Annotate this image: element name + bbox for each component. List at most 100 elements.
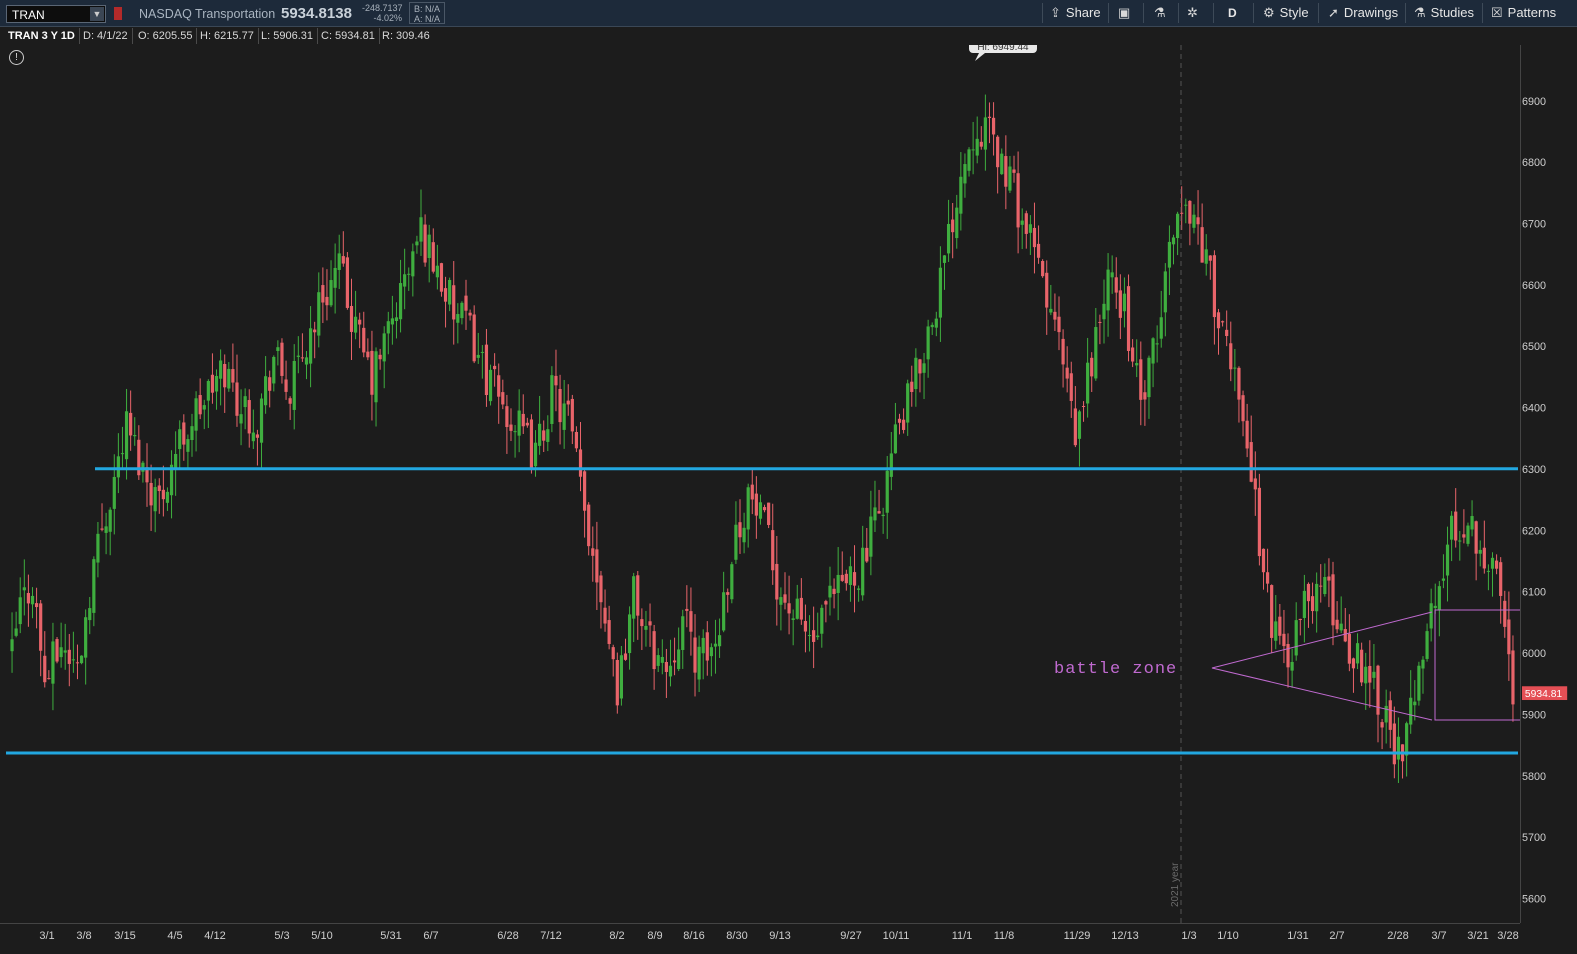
candle <box>345 252 349 310</box>
candle <box>366 338 370 361</box>
price-axis[interactable]: 5600 5700 5800 5900 6000 6100 6200 6300 6400 6500… <box>1520 45 1577 923</box>
bid-ask-box: B: N/A A: N/A <box>409 2 445 24</box>
flask-button[interactable]: ⚗ <box>1154 0 1171 26</box>
bar-close: C: 5934.81 <box>317 28 380 44</box>
candle <box>1282 609 1286 664</box>
candle <box>656 648 660 673</box>
candle <box>1388 691 1392 749</box>
date-tick-label: 1/31 <box>1287 930 1308 942</box>
candle <box>1135 339 1139 378</box>
studies-button[interactable]: ⚗ Studies <box>1414 0 1474 26</box>
candle <box>1073 386 1077 448</box>
candle <box>337 234 341 290</box>
candle <box>754 476 758 539</box>
candle <box>276 340 280 366</box>
aggregation-button[interactable]: D <box>1228 0 1237 26</box>
candle <box>713 619 718 674</box>
candle <box>1045 260 1049 335</box>
price-chart[interactable]: 2021 year battle zone Hi: 6949.44 <box>0 45 1520 923</box>
candle <box>1032 202 1037 274</box>
symbol-input[interactable]: TRAN ▼ <box>6 5 106 23</box>
candle <box>1441 554 1446 589</box>
candle <box>1384 689 1388 744</box>
patterns-button[interactable]: ☒ Patterns <box>1491 0 1556 26</box>
candle <box>607 605 611 650</box>
drawings-button[interactable]: ➚ Drawings <box>1328 0 1398 26</box>
candle <box>1208 255 1212 280</box>
candle <box>779 587 783 631</box>
candle <box>1220 320 1225 327</box>
chevron-down-icon[interactable]: ▼ <box>90 7 104 21</box>
candle <box>239 389 243 446</box>
price-tick-label: 5900 <box>1522 709 1546 721</box>
screenshot-button[interactable]: ▣ <box>1118 0 1135 26</box>
change-pct: -4.02% <box>373 13 402 23</box>
date-tick-label: 3/21 <box>1467 930 1488 942</box>
candle <box>1225 310 1229 347</box>
candle <box>1294 602 1298 661</box>
symbol-period[interactable]: TRAN 3 Y 1D <box>4 28 80 44</box>
candle <box>439 262 444 297</box>
candle <box>1343 607 1347 643</box>
cursor-icon: ➚ <box>1328 5 1339 20</box>
candle <box>1114 257 1118 309</box>
candle <box>1253 451 1257 516</box>
settings-button[interactable]: ✲ <box>1187 0 1203 26</box>
flask-icon: ⚗ <box>1154 5 1166 20</box>
candle <box>411 243 415 297</box>
candle <box>1355 633 1360 670</box>
candle <box>34 587 39 629</box>
date-tick-label: 3/28 <box>1497 930 1518 942</box>
bar-range: R: 309.46 <box>382 30 430 42</box>
candle <box>1433 583 1437 614</box>
candle <box>112 454 116 535</box>
candle <box>1335 601 1339 634</box>
candle <box>1270 584 1274 654</box>
candle <box>1131 339 1135 368</box>
symbol-value[interactable]: TRAN <box>12 8 45 22</box>
candle <box>1229 321 1233 382</box>
share-button[interactable]: ⇪ Share <box>1050 0 1101 26</box>
candle <box>206 379 210 429</box>
patterns-label: Patterns <box>1507 5 1557 20</box>
date-tick-label: 1/10 <box>1217 930 1238 942</box>
date-axis[interactable]: 3/1 3/8 3/15 4/5 4/12 5/3 5/10 5/31 6/7 6/28 7/12 8… <box>0 923 1520 954</box>
candle <box>930 322 934 335</box>
link-flag-icon[interactable] <box>114 7 122 20</box>
candle <box>1102 279 1106 344</box>
candle <box>897 413 902 435</box>
style-button[interactable]: ⚙ Style <box>1263 0 1309 26</box>
candle <box>1494 554 1499 575</box>
symbol-description: NASDAQ Transportation <box>139 7 276 21</box>
battle-zone-wedge[interactable] <box>1211 611 1433 721</box>
candle <box>1020 208 1024 250</box>
candle <box>828 566 832 616</box>
candle <box>1086 337 1090 418</box>
candle <box>308 306 313 388</box>
candle <box>881 507 885 534</box>
candle <box>141 460 145 483</box>
candle <box>1159 290 1163 348</box>
candle <box>390 295 394 345</box>
candle <box>1437 581 1441 637</box>
candle <box>1400 744 1405 779</box>
year-marker-label: 2021 year <box>1170 862 1181 907</box>
battle-zone-box[interactable] <box>1434 609 1520 721</box>
candle <box>873 480 877 532</box>
candle <box>63 623 67 670</box>
date-tick-label: 9/13 <box>769 930 790 942</box>
candle <box>1310 582 1315 624</box>
candle <box>693 614 697 697</box>
candle <box>1450 511 1454 562</box>
candle <box>934 311 938 337</box>
candle <box>358 312 362 349</box>
candle <box>1323 563 1327 597</box>
candle <box>488 364 493 406</box>
candle <box>341 231 345 267</box>
candle <box>431 228 435 274</box>
candle <box>758 494 763 525</box>
battle-zone-label[interactable]: battle zone <box>1054 660 1177 679</box>
candle <box>43 631 47 688</box>
change-abs: -248.7137 <box>362 3 403 13</box>
candle <box>96 521 100 578</box>
